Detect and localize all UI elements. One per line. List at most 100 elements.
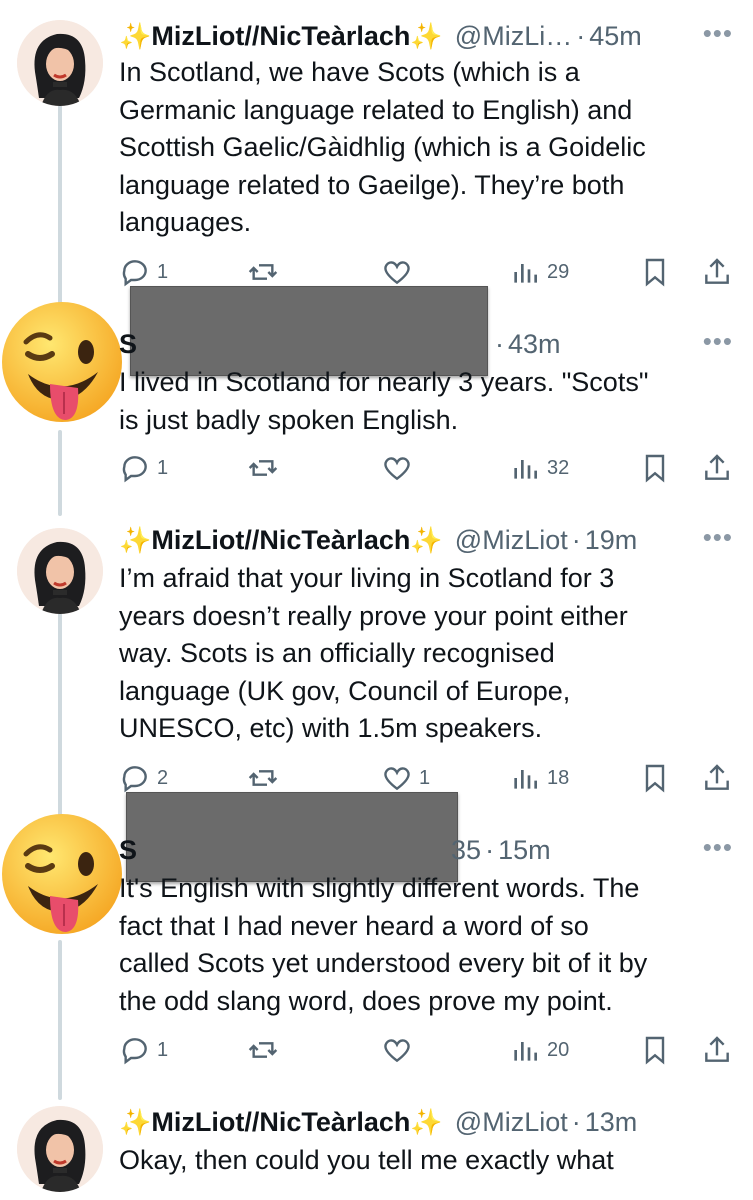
views-icon <box>514 460 537 479</box>
sparkle-icon: ✨ <box>119 1106 152 1137</box>
views-icon <box>514 1042 537 1061</box>
action-bar: 1 29 <box>119 256 739 290</box>
share-icon <box>705 454 729 480</box>
share-icon <box>705 258 729 284</box>
more-icon[interactable]: ••• <box>703 326 733 357</box>
views-button[interactable]: 29 <box>509 256 569 288</box>
tweet-text: In Scotland, we have Scots (which is a G… <box>119 57 646 237</box>
tweet-text: It's English with slightly different wor… <box>119 873 648 1016</box>
handle[interactable]: @MizLiot <box>455 525 568 556</box>
tweet[interactable]: S 35 · 15m ••• It's English with slightl… <box>0 792 753 1082</box>
timestamp[interactable]: 13m <box>585 1107 638 1138</box>
like-icon <box>384 457 410 481</box>
avatar[interactable] <box>17 20 103 106</box>
views-button[interactable]: 20 <box>509 1034 569 1066</box>
views-button[interactable]: 32 <box>509 452 569 484</box>
share-button[interactable] <box>701 256 733 288</box>
bookmark-button[interactable] <box>639 762 671 794</box>
sparkle-icon: ✨ <box>119 524 152 555</box>
bookmark-icon <box>645 258 665 287</box>
timestamp[interactable]: 15m <box>498 835 551 866</box>
reply-count: 1 <box>157 456 169 479</box>
more-icon[interactable]: ••• <box>703 18 733 49</box>
more-icon[interactable]: ••• <box>703 832 733 863</box>
retweet-icon <box>248 770 278 786</box>
like-button[interactable]: 1 <box>381 762 430 794</box>
share-button[interactable] <box>701 762 733 794</box>
separator-dot: · <box>571 524 581 555</box>
views-count: 32 <box>547 456 570 479</box>
views-icon <box>514 264 537 283</box>
handle[interactable]: 35 <box>451 835 481 866</box>
retweet-icon <box>248 264 278 280</box>
more-icon[interactable]: ••• <box>703 522 733 553</box>
separator-dot: · <box>495 328 505 359</box>
like-icon <box>384 1039 410 1063</box>
winking-tongue-emoji[interactable] <box>0 812 124 936</box>
like-icon <box>384 261 410 285</box>
retweet-button[interactable] <box>247 256 279 288</box>
handle[interactable]: @MizLi… <box>455 21 572 52</box>
tweet-header: S · 43m ••• <box>119 326 733 362</box>
like-icon <box>384 767 410 791</box>
avatar[interactable] <box>17 528 103 614</box>
sparkle-icon: ✨ <box>410 20 443 51</box>
display-name[interactable]: MizLiot//NicTeàrlach <box>151 1107 410 1138</box>
tweet-text: I’m afraid that your living in Scotland … <box>119 563 628 743</box>
timestamp[interactable]: 43m <box>508 329 561 360</box>
share-icon <box>705 764 729 790</box>
separator-dot: · <box>571 1106 581 1137</box>
reply-icon <box>122 456 147 483</box>
views-icon <box>514 770 537 789</box>
tweet[interactable]: ✨ MizLiot//NicTeàrlach ✨ @MizLi… · 45m •… <box>0 18 753 298</box>
sparkle-icon: ✨ <box>119 20 152 51</box>
reply-button[interactable]: 1 <box>119 452 168 484</box>
tweet-header: ✨ MizLiot//NicTeàrlach ✨ @MizLiot · 19m … <box>119 522 733 558</box>
share-button[interactable] <box>701 452 733 484</box>
tweet[interactable]: ✨ MizLiot//NicTeàrlach ✨ @MizLiot · 19m … <box>0 522 753 812</box>
retweet-icon <box>248 460 278 476</box>
retweet-button[interactable] <box>247 1034 279 1066</box>
action-bar: 2 1 18 <box>119 762 739 796</box>
reply-icon <box>122 1038 147 1065</box>
display-name[interactable]: S <box>119 329 137 360</box>
avatar[interactable] <box>17 1106 103 1192</box>
sparkle-icon: ✨ <box>410 524 443 555</box>
handle[interactable]: @MizLiot <box>455 1107 568 1138</box>
reply-count: 1 <box>157 260 169 283</box>
bookmark-button[interactable] <box>639 1034 671 1066</box>
views-button[interactable]: 18 <box>509 762 569 794</box>
timestamp[interactable]: 45m <box>589 21 642 52</box>
tweet-header: S 35 · 15m ••• <box>119 832 733 868</box>
like-button[interactable] <box>381 1034 413 1066</box>
tweet-text: Okay, then could you tell me exactly wha… <box>119 1145 614 1175</box>
retweet-button[interactable] <box>247 762 279 794</box>
views-count: 29 <box>547 260 570 283</box>
display-name[interactable]: MizLiot//NicTeàrlach <box>151 21 410 52</box>
reply-button[interactable]: 1 <box>119 256 168 288</box>
timestamp[interactable]: 19m <box>585 525 638 556</box>
share-icon <box>705 1036 729 1062</box>
display-name[interactable]: S <box>119 835 137 866</box>
action-bar: 1 20 <box>119 1034 739 1068</box>
tweet-header: ✨ MizLiot//NicTeàrlach ✨ @MizLiot · 13m <box>119 1104 733 1140</box>
reply-button[interactable]: 2 <box>119 762 168 794</box>
like-count: 1 <box>419 766 431 789</box>
winking-tongue-emoji[interactable] <box>0 300 124 424</box>
retweet-button[interactable] <box>247 452 279 484</box>
separator-dot: · <box>485 834 495 865</box>
like-button[interactable] <box>381 256 413 288</box>
separator-dot: · <box>576 20 586 51</box>
bookmark-icon <box>645 454 665 483</box>
tweet[interactable]: ✨ MizLiot//NicTeàrlach ✨ @MizLiot · 13m … <box>0 1104 753 1200</box>
reply-icon <box>122 766 147 793</box>
display-name[interactable]: MizLiot//NicTeàrlach <box>151 525 410 556</box>
sparkle-icon: ✨ <box>410 1106 443 1137</box>
bookmark-icon <box>645 764 665 793</box>
reply-button[interactable]: 1 <box>119 1034 168 1066</box>
bookmark-button[interactable] <box>639 256 671 288</box>
like-button[interactable] <box>381 452 413 484</box>
share-button[interactable] <box>701 1034 733 1066</box>
tweet[interactable]: S · 43m ••• I lived in Scotland for near… <box>0 286 753 500</box>
bookmark-button[interactable] <box>639 452 671 484</box>
